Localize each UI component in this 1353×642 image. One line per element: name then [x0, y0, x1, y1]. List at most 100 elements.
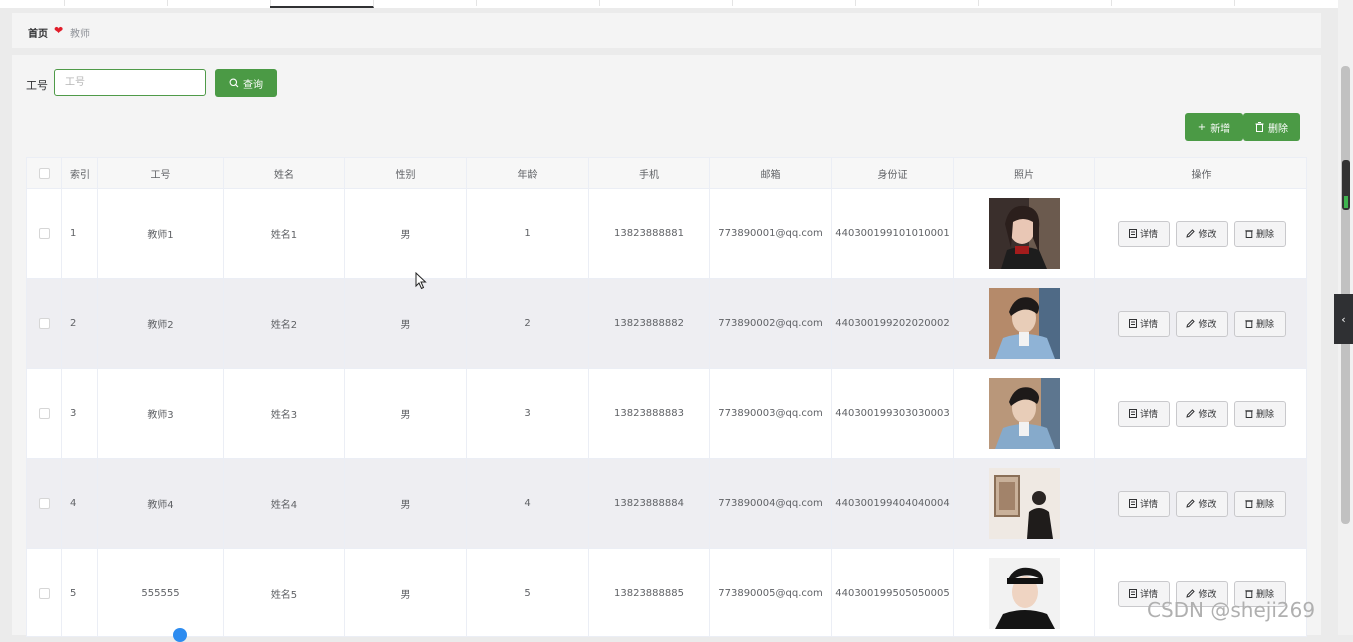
delete-button[interactable]: 删除 — [1233, 400, 1286, 427]
cell-name: 姓名4 — [224, 459, 345, 548]
detail-button[interactable]: 详情 — [1117, 220, 1170, 247]
cell-age: 4 — [467, 459, 589, 548]
cell-gender: 男 — [345, 369, 467, 458]
delete-button[interactable]: 删除 — [1233, 490, 1286, 517]
teacher-photo[interactable] — [988, 378, 1060, 449]
tab-slot[interactable] — [732, 0, 856, 6]
add-button[interactable]: + 新增 — [1185, 113, 1243, 141]
delete-button-label: 删除 — [1255, 230, 1274, 240]
edit-button-label: 修改 — [1198, 320, 1217, 330]
row-checkbox[interactable] — [38, 228, 50, 239]
actions-cell: 详情 修改 删除 — [1095, 279, 1306, 368]
row-checkbox[interactable] — [38, 498, 50, 509]
row-checkbox[interactable] — [38, 318, 50, 329]
cell-name: 姓名3 — [224, 369, 345, 458]
pencil-icon — [1186, 229, 1196, 238]
search-button[interactable]: 查询 — [215, 69, 277, 97]
breadcrumb: 首页 ❤ 教师 — [12, 13, 1321, 48]
delete-button[interactable]: 删除 — [1233, 220, 1286, 247]
cell-id-card: 440300199303030003 — [832, 369, 954, 458]
trash-icon — [1245, 410, 1253, 418]
row-checkbox[interactable] — [38, 588, 50, 599]
batch-delete-button[interactable]: 删除 — [1243, 113, 1300, 141]
col-name: 姓名 — [224, 158, 345, 188]
scroll-marker-green — [1344, 196, 1348, 208]
breadcrumb-home[interactable]: 首页 — [28, 25, 48, 40]
tab-slot[interactable] — [1111, 0, 1235, 6]
teacher-photo[interactable] — [988, 558, 1060, 629]
select-all-checkbox[interactable] — [38, 167, 50, 179]
tab-slot[interactable] — [978, 0, 1112, 6]
trash-icon — [1245, 230, 1253, 238]
photo-cell — [954, 279, 1095, 368]
teacher-photo[interactable] — [988, 198, 1060, 269]
cell-id-card: 440300199505050005 — [832, 549, 954, 636]
edit-button-label: 修改 — [1198, 230, 1217, 240]
row-select-cell — [27, 279, 62, 368]
cell-gender: 男 — [345, 549, 467, 636]
document-icon — [1128, 589, 1137, 598]
photo-cell — [954, 369, 1095, 458]
detail-button[interactable]: 详情 — [1117, 490, 1170, 517]
detail-button[interactable]: 详情 — [1117, 400, 1170, 427]
row-select-cell — [27, 369, 62, 458]
delete-button-label: 删除 — [1255, 410, 1274, 420]
cell-id-card: 440300199404040004 — [832, 459, 954, 548]
teacher-photo[interactable] — [988, 288, 1060, 359]
col-photo: 照片 — [954, 158, 1095, 188]
cell-index: 4 — [62, 459, 98, 548]
col-email: 邮箱 — [710, 158, 832, 188]
table-row: 4 教师4 姓名4 男 4 13823888884 773890004@qq.com 4403… — [27, 459, 1306, 549]
tab-slot[interactable] — [476, 0, 600, 6]
actions-cell: 详情 修改 删除 — [1095, 549, 1306, 636]
breadcrumb-current: 教师 — [70, 29, 90, 40]
tab-slot[interactable] — [599, 0, 733, 6]
col-id-card: 身份证 — [832, 158, 954, 188]
detail-button[interactable]: 详情 — [1117, 310, 1170, 337]
edit-button-label: 修改 — [1198, 410, 1217, 420]
cell-phone: 13823888884 — [589, 459, 710, 548]
cell-email: 773890004@qq.com — [710, 459, 832, 548]
add-button-label: 新增 — [1210, 123, 1231, 135]
tab-slot[interactable] — [855, 0, 979, 6]
pencil-icon — [1186, 589, 1196, 598]
cell-id-card: 440300199101010001 — [832, 189, 954, 278]
edit-button[interactable]: 修改 — [1175, 400, 1228, 427]
trash-icon — [1245, 590, 1253, 598]
tab-slot[interactable] — [64, 0, 168, 6]
delete-button[interactable]: 删除 — [1233, 310, 1286, 337]
cell-phone: 13823888885 — [589, 549, 710, 636]
photo-cell — [954, 189, 1095, 278]
row-checkbox[interactable] — [38, 408, 50, 419]
cell-id: 教师2 — [98, 279, 224, 368]
cell-phone: 13823888881 — [589, 189, 710, 278]
detail-button-label: 详情 — [1139, 410, 1158, 420]
search-input[interactable] — [54, 69, 206, 96]
col-actions: 操作 — [1191, 169, 1212, 181]
edit-button[interactable]: 修改 — [1175, 490, 1228, 517]
table-header: 索引 工号 姓名 性别 年龄 手机 邮箱 身份证 照片 操作 — [27, 158, 1306, 189]
teacher-photo[interactable] — [988, 468, 1060, 539]
tab-slot[interactable] — [0, 0, 65, 6]
floating-dot[interactable] — [173, 628, 187, 642]
chevron-left-icon[interactable]: ‹ — [1334, 294, 1353, 344]
heart-icon: ❤ — [54, 24, 64, 37]
photo-cell — [954, 549, 1095, 636]
document-icon — [1128, 319, 1137, 328]
col-index: 索引 — [62, 158, 98, 188]
teacher-table: 索引 工号 姓名 性别 年龄 手机 邮箱 身份证 照片 操作 1 教师1 姓名1 男 1… — [26, 157, 1307, 637]
tab-slot[interactable] — [167, 0, 271, 6]
cell-email: 773890001@qq.com — [710, 189, 832, 278]
trash-icon — [1245, 500, 1253, 508]
document-icon — [1128, 409, 1137, 418]
tab-slot[interactable] — [373, 0, 477, 6]
cell-age: 3 — [467, 369, 589, 458]
pencil-icon — [1186, 319, 1196, 328]
col-id: 工号 — [98, 158, 224, 188]
edit-button[interactable]: 修改 — [1175, 310, 1228, 337]
tab-active[interactable] — [270, 0, 374, 8]
search-button-label: 查询 — [243, 79, 263, 91]
edit-button[interactable]: 修改 — [1175, 220, 1228, 247]
actions-cell: 详情 修改 删除 — [1095, 369, 1306, 458]
select-all-cell — [27, 158, 62, 188]
